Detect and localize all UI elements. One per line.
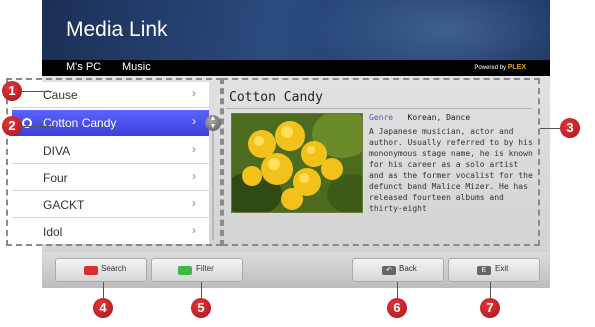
divider	[226, 108, 532, 109]
genre-label: Genre	[369, 113, 394, 122]
list-item-selected[interactable]: Cotton Candy ›	[12, 110, 209, 136]
filter-button[interactable]: Filter	[151, 258, 243, 282]
back-icon: ↶	[382, 266, 396, 275]
callout-leader	[540, 128, 560, 129]
callout-leader	[20, 91, 52, 92]
list-item[interactable]: Four ›	[12, 165, 209, 191]
chevron-right-icon: ›	[192, 223, 196, 237]
chevron-right-icon: ›	[192, 196, 196, 210]
callout-2: 2	[2, 116, 22, 136]
green-button-icon	[178, 266, 192, 275]
artist-list: Cause › Cotton Candy › DIVA › Four › GAC…	[12, 82, 209, 244]
chevron-right-icon: ›	[192, 142, 196, 156]
back-button[interactable]: ↶ Back	[352, 258, 444, 282]
callout-4: 4	[93, 298, 113, 318]
genre-value: Korean, Dance	[407, 113, 471, 122]
app-header: Media Link	[42, 0, 550, 60]
callout-leader	[490, 282, 491, 298]
list-item[interactable]: GACKT ›	[12, 192, 209, 218]
tab-music[interactable]: Music	[122, 61, 151, 73]
nav-bar: M's PC Music Powered by PLEX	[42, 60, 550, 76]
plex-logo: PLEX	[507, 64, 526, 71]
callout-3: 3	[560, 118, 580, 138]
detail-title: Cotton Candy	[229, 90, 323, 105]
list-item[interactable]: Idol ›	[12, 219, 209, 244]
exit-button[interactable]: E Exit	[448, 258, 540, 282]
scrollbar-track[interactable]	[212, 130, 214, 240]
chevron-right-icon: ›	[192, 86, 196, 100]
powered-by-label: Powered by PLEX	[474, 64, 526, 71]
search-button[interactable]: Search	[55, 258, 147, 282]
callout-leader	[397, 282, 398, 298]
callout-6: 6	[387, 298, 407, 318]
app-title: Media Link	[66, 18, 168, 41]
exit-icon: E	[477, 266, 491, 275]
callout-leader	[201, 282, 202, 298]
list-item[interactable]: DIVA ›	[12, 138, 209, 164]
callout-1: 1	[2, 81, 22, 101]
callout-7: 7	[480, 298, 500, 318]
red-button-icon	[84, 266, 98, 275]
artist-description: A Japanese musician, actor and author. U…	[369, 127, 533, 213]
callout-leader	[20, 126, 56, 127]
chevron-right-icon: ›	[192, 114, 196, 128]
chevron-right-icon: ›	[192, 169, 196, 183]
album-thumbnail	[231, 113, 363, 213]
callout-leader	[103, 282, 104, 298]
callout-5: 5	[191, 298, 211, 318]
tab-ms-pc[interactable]: M's PC	[66, 61, 101, 73]
scroll-handle-icon[interactable]: ▲ ▼	[205, 115, 221, 131]
genre-row: Genre Korean, Dance	[369, 113, 470, 122]
list-item[interactable]: Cause ›	[12, 82, 209, 108]
